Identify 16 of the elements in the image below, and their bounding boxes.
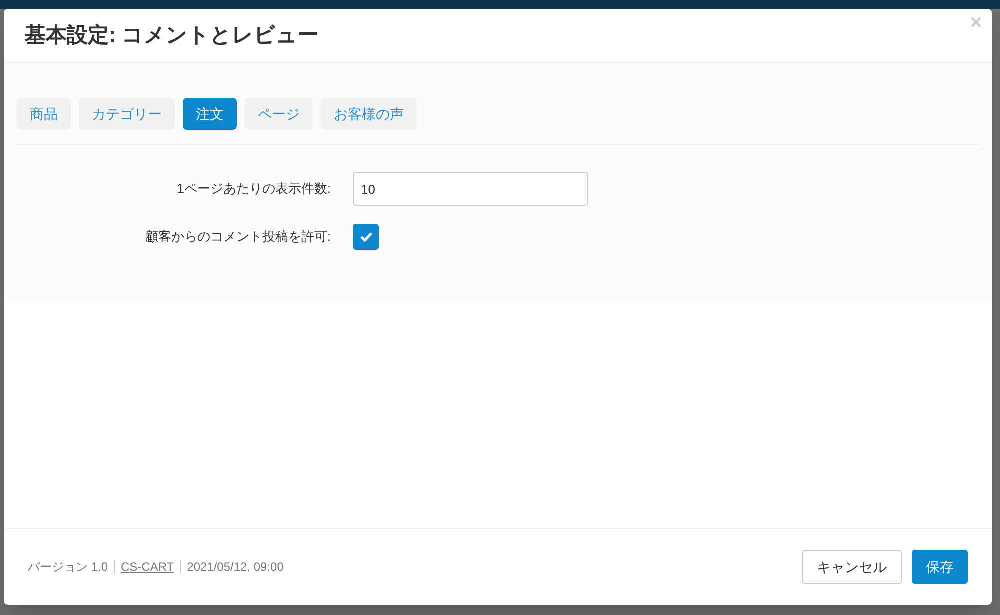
tab[interactable]: お客様の声 [321, 98, 417, 130]
dialog-title: 基本設定: コメントとレビュー [25, 22, 319, 49]
date-text: 2021/05/12, 09:00 [187, 559, 284, 576]
tab[interactable]: 商品 [17, 98, 71, 130]
tab[interactable]: ページ [245, 98, 313, 130]
save-button[interactable]: 保存 [912, 550, 968, 584]
cs-cart-link[interactable]: CS-CART [121, 558, 174, 576]
check-icon [360, 232, 372, 242]
cancel-button[interactable]: キャンセル [802, 550, 902, 584]
version-text: バージョン 1.0 [28, 559, 108, 576]
tab[interactable]: カテゴリー [79, 98, 175, 130]
setting-label: 1ページあたりの表示件数: [176, 180, 331, 198]
input-field[interactable]: 10 [353, 172, 588, 206]
checkbox[interactable] [353, 224, 379, 250]
tab[interactable]: 注文 [183, 98, 237, 130]
setting-label: 顧客からのコメント投稿を許可: [144, 228, 331, 246]
